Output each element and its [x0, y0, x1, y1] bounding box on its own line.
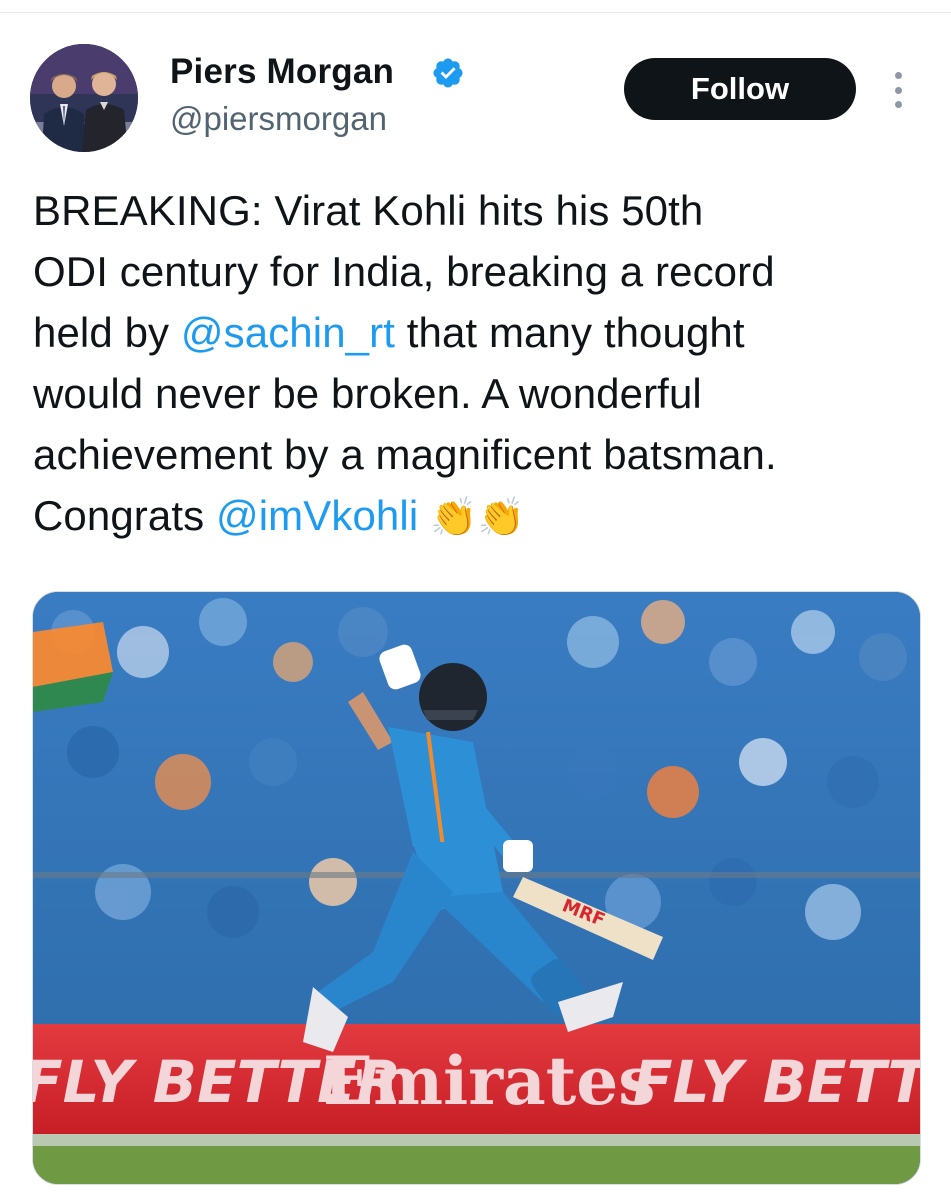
more-dot — [894, 86, 902, 94]
author-name[interactable]: Piers Morgan — [170, 52, 394, 92]
tweet-text: BREAKING: Virat Kohli hits his 50th ODI … — [33, 180, 923, 549]
more-dot — [894, 72, 902, 79]
tweet-text-line: Congrats @imVkohli 👏👏 — [33, 485, 923, 549]
banner-text-right: FLY BETTER — [633, 1048, 920, 1116]
more-options-icon[interactable] — [884, 68, 912, 112]
tweet-text-segment: that many thought — [394, 309, 745, 356]
tweet-text-line: achievement by a magnificent batsman. — [33, 431, 777, 478]
author-avatar[interactable] — [30, 44, 138, 152]
author-handle[interactable]: @piersmorgan — [170, 100, 387, 138]
tweet-text-line: BREAKING: Virat Kohli hits his 50th — [33, 187, 704, 234]
tweet-text-line: ODI century for India, breaking a record — [33, 248, 775, 295]
follow-button[interactable]: Follow — [624, 58, 856, 120]
tweet-text-segment: held by — [33, 309, 181, 356]
mention-link-sachin[interactable]: @sachin_rt — [181, 309, 395, 356]
mention-link-kohli[interactable]: @imVkohli — [216, 492, 418, 539]
clapping-hands-icon: 👏👏 — [430, 497, 525, 539]
avatar-photo — [30, 44, 138, 152]
tweet-text-line: held by @sachin_rt that many thought — [33, 302, 923, 363]
tweet-text-line: would never be broken. A wonderful — [33, 370, 702, 417]
tweet-text-segment: Congrats — [33, 492, 216, 539]
cricket-celebration-image: FLY BETTER Emirates FLY BETTER — [33, 592, 920, 1184]
tweet-media-photo[interactable]: FLY BETTER Emirates FLY BETTER — [32, 591, 921, 1185]
verified-badge-icon — [433, 58, 463, 88]
banner-text-center: Emirates — [323, 1042, 655, 1120]
more-dot — [894, 101, 902, 108]
tweet: Piers Morgan @piersmorgan Follow BREAKIN… — [0, 0, 951, 1200]
